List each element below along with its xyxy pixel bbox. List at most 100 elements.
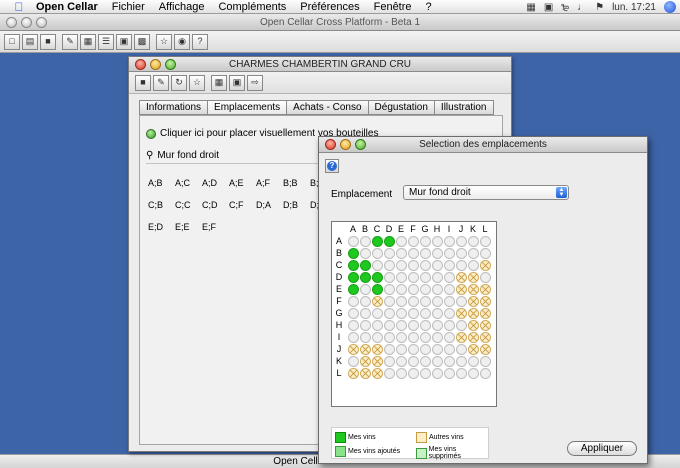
slot-empty[interactable]	[444, 368, 455, 379]
slot-empty[interactable]	[444, 296, 455, 307]
slot-autres-vins[interactable]	[456, 272, 467, 283]
bottle-icon[interactable]: ☆	[189, 74, 205, 91]
edit-icon[interactable]: ✎	[153, 74, 169, 91]
slot-empty[interactable]	[396, 260, 407, 271]
slot-empty[interactable]	[384, 356, 395, 367]
slot-empty[interactable]	[420, 284, 431, 295]
slot-empty[interactable]	[408, 332, 419, 343]
close-button[interactable]	[135, 59, 146, 70]
slot-empty[interactable]	[384, 320, 395, 331]
slot-empty[interactable]	[384, 248, 395, 259]
slot-empty[interactable]	[396, 248, 407, 259]
slot-empty[interactable]	[408, 368, 419, 379]
grid-icon[interactable]: ▦	[211, 74, 227, 91]
slot-empty[interactable]	[360, 332, 371, 343]
slot-mes-vins[interactable]	[372, 272, 383, 283]
slot-empty[interactable]	[420, 272, 431, 283]
slot-empty[interactable]	[480, 236, 491, 247]
slot-empty[interactable]	[420, 308, 431, 319]
slot-empty[interactable]	[396, 320, 407, 331]
slot-empty[interactable]	[432, 308, 443, 319]
slot-empty[interactable]	[420, 296, 431, 307]
help-icon[interactable]: ?	[192, 33, 208, 50]
slot-empty[interactable]	[444, 332, 455, 343]
slot-empty[interactable]	[420, 320, 431, 331]
window-icon[interactable]: ▩	[134, 33, 150, 50]
slot-autres-vins[interactable]	[468, 284, 479, 295]
slot-autres-vins[interactable]	[468, 332, 479, 343]
slot-empty[interactable]	[396, 296, 407, 307]
slot-autres-vins[interactable]	[348, 368, 359, 379]
slot-empty[interactable]	[360, 320, 371, 331]
location-select[interactable]: Mur fond droit ▲ ▼	[403, 185, 569, 200]
slot-empty[interactable]	[468, 368, 479, 379]
slot-empty[interactable]	[468, 356, 479, 367]
bottle-icon[interactable]: ☆	[156, 33, 172, 50]
slot-empty[interactable]	[348, 296, 359, 307]
slot-autres-vins[interactable]	[348, 344, 359, 355]
wine-titlebar[interactable]: CHARMES CHAMBERTIN GRAND CRU	[129, 57, 511, 72]
list-icon[interactable]: ☰	[98, 33, 114, 50]
tab-achats-conso[interactable]: Achats - Conso	[286, 100, 368, 115]
slot-empty[interactable]	[396, 284, 407, 295]
slot-autres-vins[interactable]	[480, 332, 491, 343]
slot-autres-vins[interactable]	[360, 368, 371, 379]
slot-empty[interactable]	[480, 356, 491, 367]
slot-autres-vins[interactable]	[372, 344, 383, 355]
slot-empty[interactable]	[360, 308, 371, 319]
slot-empty[interactable]	[396, 308, 407, 319]
slot-empty[interactable]	[420, 368, 431, 379]
slot-mes-vins[interactable]	[348, 248, 359, 259]
slot-empty[interactable]	[420, 356, 431, 367]
edit-icon[interactable]: ✎	[62, 33, 78, 50]
slot-empty[interactable]	[408, 284, 419, 295]
slot-empty[interactable]	[468, 260, 479, 271]
slot-empty[interactable]	[372, 248, 383, 259]
slot-empty[interactable]	[396, 356, 407, 367]
slot-empty[interactable]	[444, 248, 455, 259]
slot-empty[interactable]	[348, 308, 359, 319]
menu-preferences[interactable]: Préférences	[300, 1, 359, 13]
slot-mes-vins[interactable]	[348, 284, 359, 295]
zoom-button[interactable]	[36, 17, 47, 28]
slot-empty[interactable]	[348, 320, 359, 331]
image-icon[interactable]: ▣	[116, 33, 132, 50]
slot-empty[interactable]	[372, 320, 383, 331]
status-icon[interactable]: ▦	[526, 2, 535, 13]
slot-empty[interactable]	[384, 296, 395, 307]
slot-empty[interactable]	[360, 284, 371, 295]
export-icon[interactable]: ⇨	[247, 74, 263, 91]
slot-empty[interactable]	[384, 284, 395, 295]
apply-button[interactable]: Appliquer	[567, 441, 637, 456]
slot-empty[interactable]	[432, 332, 443, 343]
slot-empty[interactable]	[444, 284, 455, 295]
slot-autres-vins[interactable]	[480, 296, 491, 307]
slot-empty[interactable]	[432, 320, 443, 331]
slot-empty[interactable]	[384, 272, 395, 283]
slot-autres-vins[interactable]	[480, 320, 491, 331]
slot-empty[interactable]	[372, 332, 383, 343]
slot-empty[interactable]	[348, 332, 359, 343]
slot-empty[interactable]	[444, 308, 455, 319]
slot-empty[interactable]	[432, 284, 443, 295]
slot-autres-vins[interactable]	[372, 356, 383, 367]
slot-empty[interactable]	[444, 236, 455, 247]
spotlight-icon[interactable]	[664, 1, 676, 13]
slot-empty[interactable]	[432, 296, 443, 307]
slot-empty[interactable]	[384, 260, 395, 271]
dialog-titlebar[interactable]: Selection des emplacements	[319, 137, 647, 153]
volume-icon[interactable]: ♩	[577, 2, 587, 13]
slot-empty[interactable]	[456, 356, 467, 367]
slot-empty[interactable]	[432, 356, 443, 367]
slot-mes-vins[interactable]	[384, 236, 395, 247]
slot-empty[interactable]	[408, 260, 419, 271]
close-button[interactable]	[325, 139, 336, 150]
slot-empty[interactable]	[432, 236, 443, 247]
slot-empty[interactable]	[360, 296, 371, 307]
minimize-button[interactable]	[340, 139, 351, 150]
slot-empty[interactable]	[408, 356, 419, 367]
slot-mes-vins[interactable]	[360, 260, 371, 271]
main-titlebar[interactable]: Open Cellar Cross Platform - Beta 1	[0, 14, 680, 31]
tab-degustation[interactable]: Dégustation	[367, 100, 434, 115]
slot-autres-vins[interactable]	[360, 356, 371, 367]
